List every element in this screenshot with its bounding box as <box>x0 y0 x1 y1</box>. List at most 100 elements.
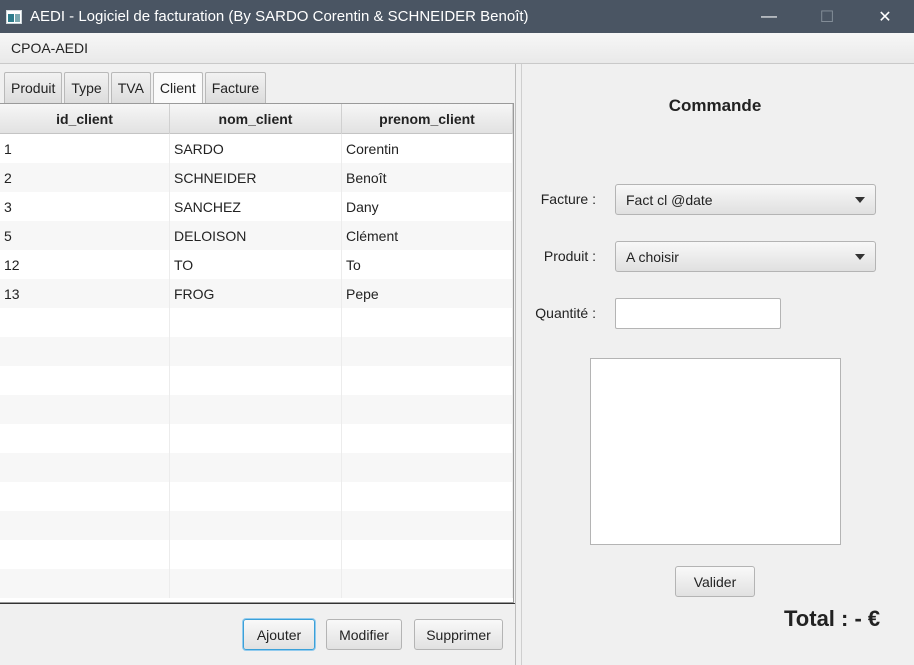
facture-select[interactable]: Fact cl @date <box>615 184 876 215</box>
cell-nom-client: SCHNEIDER <box>170 163 342 192</box>
empty-cell <box>170 424 342 453</box>
empty-table-row <box>0 337 513 366</box>
table-header: id_client nom_client prenom_client <box>0 104 513 134</box>
table-row[interactable]: 3 SANCHEZ Dany <box>0 192 513 221</box>
cell-nom-client: TO <box>170 250 342 279</box>
empty-cell <box>342 337 513 366</box>
empty-cell <box>0 511 170 540</box>
commande-pane: Commande Facture : Fact cl @date Produit… <box>521 64 914 665</box>
empty-cell <box>0 482 170 511</box>
ajouter-button[interactable]: Ajouter <box>243 619 315 650</box>
empty-cell <box>0 337 170 366</box>
empty-table-row <box>0 308 513 337</box>
produit-select[interactable]: A choisir <box>615 241 876 272</box>
cell-nom-client: SARDO <box>170 134 342 163</box>
tab-produit[interactable]: Produit <box>4 72 63 103</box>
close-icon[interactable]: ✕ <box>856 0 914 33</box>
chevron-down-icon <box>855 197 865 203</box>
empty-cell <box>170 337 342 366</box>
facture-label: Facture : <box>540 191 596 207</box>
empty-cell <box>0 424 170 453</box>
quantite-label: Quantité : <box>535 305 596 321</box>
cell-id-client: 3 <box>0 192 170 221</box>
menu-bar: CPOA-AEDI <box>0 33 914 64</box>
cell-prenom-client: Corentin <box>342 134 513 163</box>
client-table[interactable]: id_client nom_client prenom_client 1 SARD… <box>0 103 514 603</box>
title-bar: AEDI - Logiciel de facturation (By SARDO… <box>0 0 914 33</box>
empty-table-row <box>0 453 513 482</box>
cell-id-client: 1 <box>0 134 170 163</box>
empty-table-row <box>0 395 513 424</box>
empty-cell <box>170 540 342 569</box>
cell-id-client: 12 <box>0 250 170 279</box>
chevron-down-icon <box>855 254 865 260</box>
tab-facture[interactable]: Facture <box>204 72 267 103</box>
table-row[interactable]: 12 TO To <box>0 250 513 279</box>
column-header-prenom-client[interactable]: prenom_client <box>342 104 513 134</box>
produit-label: Produit : <box>543 248 596 264</box>
tab-type[interactable]: Type <box>64 72 109 103</box>
cell-nom-client: SANCHEZ <box>170 192 342 221</box>
empty-cell <box>342 511 513 540</box>
empty-cell <box>170 308 342 337</box>
empty-cell <box>170 395 342 424</box>
cell-id-client: 5 <box>0 221 170 250</box>
empty-cell <box>0 540 170 569</box>
client-pane: Produit Type TVA Client Facture id_clien… <box>0 64 516 665</box>
menu-cpoa-aedi[interactable]: CPOA-AEDI <box>0 40 99 56</box>
empty-table-row <box>0 424 513 453</box>
tab-tva[interactable]: TVA <box>110 72 151 103</box>
commande-details-area[interactable] <box>590 358 841 545</box>
empty-table-row <box>0 366 513 395</box>
valider-button[interactable]: Valider <box>675 566 755 597</box>
empty-cell <box>342 424 513 453</box>
table-row[interactable]: 2 SCHNEIDER Benoît <box>0 163 513 192</box>
empty-cell <box>342 308 513 337</box>
table-row[interactable]: 13 FROG Pepe <box>0 279 513 308</box>
tab-bar: Produit Type TVA Client Facture <box>4 72 268 103</box>
action-bar: Ajouter Modifier Supprimer <box>0 603 515 665</box>
maximize-icon[interactable]: ☐ <box>798 0 856 33</box>
empty-cell <box>170 482 342 511</box>
supprimer-button[interactable]: Supprimer <box>414 619 503 650</box>
empty-cell <box>342 569 513 598</box>
column-header-id-client[interactable]: id_client <box>0 104 170 134</box>
empty-cell <box>342 540 513 569</box>
app-icon <box>6 9 22 24</box>
cell-prenom-client: Clément <box>342 221 513 250</box>
facture-select-value: Fact cl @date <box>626 191 713 208</box>
cell-prenom-client: Pepe <box>342 279 513 308</box>
commande-title: Commande <box>668 96 762 115</box>
empty-table-row <box>0 482 513 511</box>
cell-id-client: 2 <box>0 163 170 192</box>
empty-cell <box>342 482 513 511</box>
window-controls: — ☐ ✕ <box>740 0 914 33</box>
empty-cell <box>342 453 513 482</box>
total-label: Total : - € <box>784 606 881 631</box>
modifier-button[interactable]: Modifier <box>326 619 402 650</box>
empty-cell <box>0 366 170 395</box>
table-body: 1 SARDO Corentin 2 SCHNEIDER Benoît 3 SANCHEZ Da… <box>0 134 513 598</box>
empty-cell <box>170 569 342 598</box>
tab-client[interactable]: Client <box>152 72 203 103</box>
column-header-nom-client[interactable]: nom_client <box>170 104 342 134</box>
table-row[interactable]: 1 SARDO Corentin <box>0 134 513 163</box>
minimize-icon[interactable]: — <box>740 0 798 33</box>
empty-cell <box>0 395 170 424</box>
empty-cell <box>170 511 342 540</box>
quantite-input[interactable] <box>615 298 781 329</box>
cell-nom-client: DELOISON <box>170 221 342 250</box>
cell-id-client: 13 <box>0 279 170 308</box>
empty-cell <box>170 453 342 482</box>
empty-cell <box>170 366 342 395</box>
empty-cell <box>0 569 170 598</box>
cell-nom-client: FROG <box>170 279 342 308</box>
cell-prenom-client: Dany <box>342 192 513 221</box>
empty-cell <box>342 395 513 424</box>
table-row[interactable]: 5 DELOISON Clément <box>0 221 513 250</box>
empty-cell <box>342 366 513 395</box>
empty-cell <box>0 308 170 337</box>
empty-table-row <box>0 511 513 540</box>
empty-table-row <box>0 569 513 598</box>
empty-table-row <box>0 540 513 569</box>
